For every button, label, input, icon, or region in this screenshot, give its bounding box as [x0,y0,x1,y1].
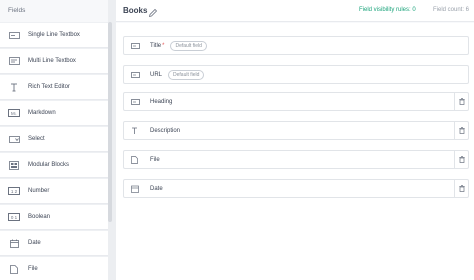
field-type-label: Number [28,188,50,194]
field-type-modular-blocks[interactable]: Modular Blocks [0,152,108,178]
field-count: Field count: 6 [433,7,470,13]
default-field-badge: Default field [170,40,207,51]
fields-sidebar: Fields Single Line Textbox Multi Line Te… [0,0,112,280]
trash-icon [458,127,465,134]
content-type-title: Books [123,6,148,15]
textbox-icon [8,31,20,40]
textbox-icon [131,71,143,78]
text-cursor-icon [131,127,143,135]
modular-blocks-icon [8,160,20,170]
delete-field-button[interactable] [454,93,468,110]
field-type-file[interactable]: File [0,256,108,280]
field-row-date[interactable]: Date [123,179,469,198]
delete-field-button[interactable] [454,151,468,168]
field-type-list: Single Line Textbox Multi Line Textbox R… [0,22,108,280]
required-marker: * [162,42,165,49]
number-icon: 1 2 [8,187,20,195]
trash-icon [458,185,465,192]
file-icon [8,264,20,274]
field-type-date[interactable]: Date [0,230,108,256]
field-type-label: Markdown [28,110,56,116]
field-type-label: Modular Blocks [28,162,70,168]
field-type-single-line-textbox[interactable]: Single Line Textbox [0,22,108,48]
field-label: URL [150,71,163,78]
content-type-builder: Books Field visibility rules: 0 Field co… [116,0,474,280]
boolean-icon: 0 1 [8,213,20,221]
field-type-boolean[interactable]: 0 1 Boolean [0,204,108,230]
field-type-label: Rich Text Editor [28,84,70,90]
multiline-icon [8,57,20,66]
field-label: Title [150,42,162,49]
fields-canvas: Title * Default field URL Default field … [116,23,474,280]
delete-field-button[interactable] [454,122,468,139]
default-field-badge: Default field [168,69,205,80]
markdown-icon: M↓ [8,109,20,117]
field-type-label: Date [28,240,41,246]
field-type-label: Multi Line Textbox [28,58,76,64]
field-label: Heading [150,98,173,105]
sidebar-header: Fields [8,7,26,14]
field-type-number[interactable]: 1 2 Number [0,178,108,204]
textbox-icon [131,98,143,105]
field-type-label: Boolean [28,214,51,220]
field-row-title[interactable]: Title * Default field [123,36,469,55]
field-label: File [150,156,160,163]
trash-icon [458,156,465,163]
field-label: Description [150,127,181,134]
field-type-label: Select [28,136,45,142]
field-type-markdown[interactable]: M↓ Markdown [0,100,108,126]
trash-icon [458,98,465,105]
field-type-multi-line-textbox[interactable]: Multi Line Textbox [0,48,108,74]
field-type-label: File [28,266,38,272]
field-visibility-rules-link[interactable]: Field visibility rules: 0 [359,7,416,13]
field-row-heading[interactable]: Heading [123,92,469,111]
calendar-icon [8,239,20,248]
field-type-label: Single Line Textbox [28,32,80,38]
select-icon [8,135,20,144]
builder-header: Books Field visibility rules: 0 Field co… [116,0,474,22]
file-icon [131,155,143,164]
field-row-file[interactable]: File [123,150,469,169]
delete-field-button[interactable] [454,180,468,197]
text-cursor-icon [8,83,20,92]
field-type-rich-text-editor[interactable]: Rich Text Editor [0,74,108,100]
calendar-icon [131,185,143,193]
field-label: Date [150,185,163,192]
field-type-select[interactable]: Select [0,126,108,152]
textbox-icon [131,42,143,49]
field-row-description[interactable]: Description [123,121,469,140]
field-row-url[interactable]: URL Default field [123,65,469,84]
edit-icon[interactable] [148,5,158,18]
